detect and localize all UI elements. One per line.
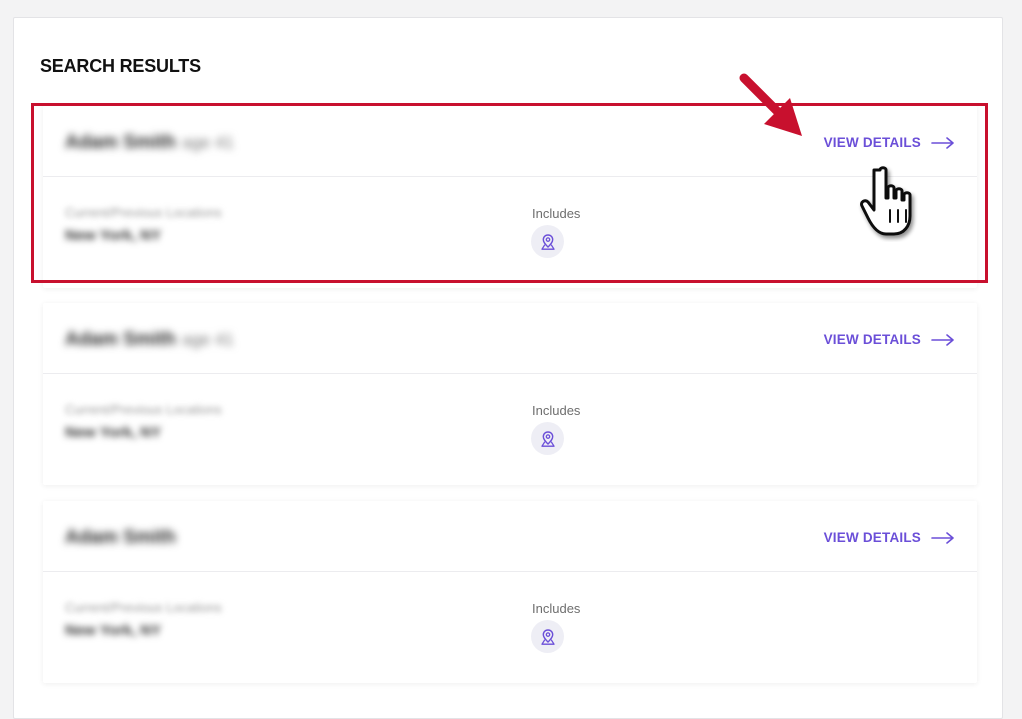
- location-pin-icon: [540, 430, 555, 447]
- person-age: age 41: [181, 330, 234, 349]
- view-details-button[interactable]: VIEW DETAILS: [824, 332, 955, 347]
- includes-label: Includes: [532, 403, 581, 418]
- result-card-header: Adam Smith age 41 VIEW DETAILS: [43, 303, 977, 374]
- arrow-right-icon: [931, 333, 954, 346]
- person-name-text: Adam Smith: [65, 329, 176, 350]
- view-details-button[interactable]: VIEW DETAILS: [824, 135, 955, 150]
- result-card-header: Adam Smith age 41 VIEW DETAILS: [43, 106, 977, 177]
- includes-label: Includes: [532, 206, 581, 221]
- location-pin-badge: [531, 225, 564, 258]
- person-name-text: Adam Smith: [65, 527, 176, 548]
- includes-label: Includes: [532, 601, 581, 616]
- result-card-header: Adam Smith VIEW DETAILS: [43, 501, 977, 572]
- arrow-right-icon: [931, 531, 954, 544]
- view-details-label: VIEW DETAILS: [823, 530, 921, 545]
- location-pin-badge: [531, 422, 564, 455]
- location-pin-icon: [540, 628, 555, 645]
- locations-label: Current/Previous Locations: [65, 600, 222, 615]
- person-name: Adam Smith age 41: [65, 329, 234, 351]
- locations-label: Current/Previous Locations: [65, 402, 222, 417]
- result-card: Adam Smith age 41 VIEW DETAILS Current/Pr…: [43, 106, 977, 288]
- person-age: age 41: [181, 133, 234, 152]
- location-pin-icon: [540, 233, 555, 250]
- locations-value: New York, NY: [65, 227, 162, 244]
- page-title: SEARCH RESULTS: [40, 56, 201, 76]
- locations-value: New York, NY: [65, 424, 162, 441]
- person-name-text: Adam Smith: [65, 132, 176, 153]
- location-pin-badge: [531, 620, 564, 653]
- view-details-button[interactable]: VIEW DETAILS: [824, 530, 955, 545]
- person-name: Adam Smith: [65, 527, 182, 549]
- locations-label: Current/Previous Locations: [65, 205, 222, 220]
- locations-value: New York, NY: [65, 622, 162, 639]
- arrow-right-icon: [931, 136, 954, 149]
- view-details-label: VIEW DETAILS: [823, 332, 921, 347]
- result-card: Adam Smith age 41 VIEW DETAILS Current/Pr…: [43, 303, 977, 485]
- result-card: Adam Smith VIEW DETAILS Current/Previous…: [43, 501, 977, 683]
- person-name: Adam Smith age 41: [65, 132, 234, 154]
- view-details-label: VIEW DETAILS: [823, 135, 921, 150]
